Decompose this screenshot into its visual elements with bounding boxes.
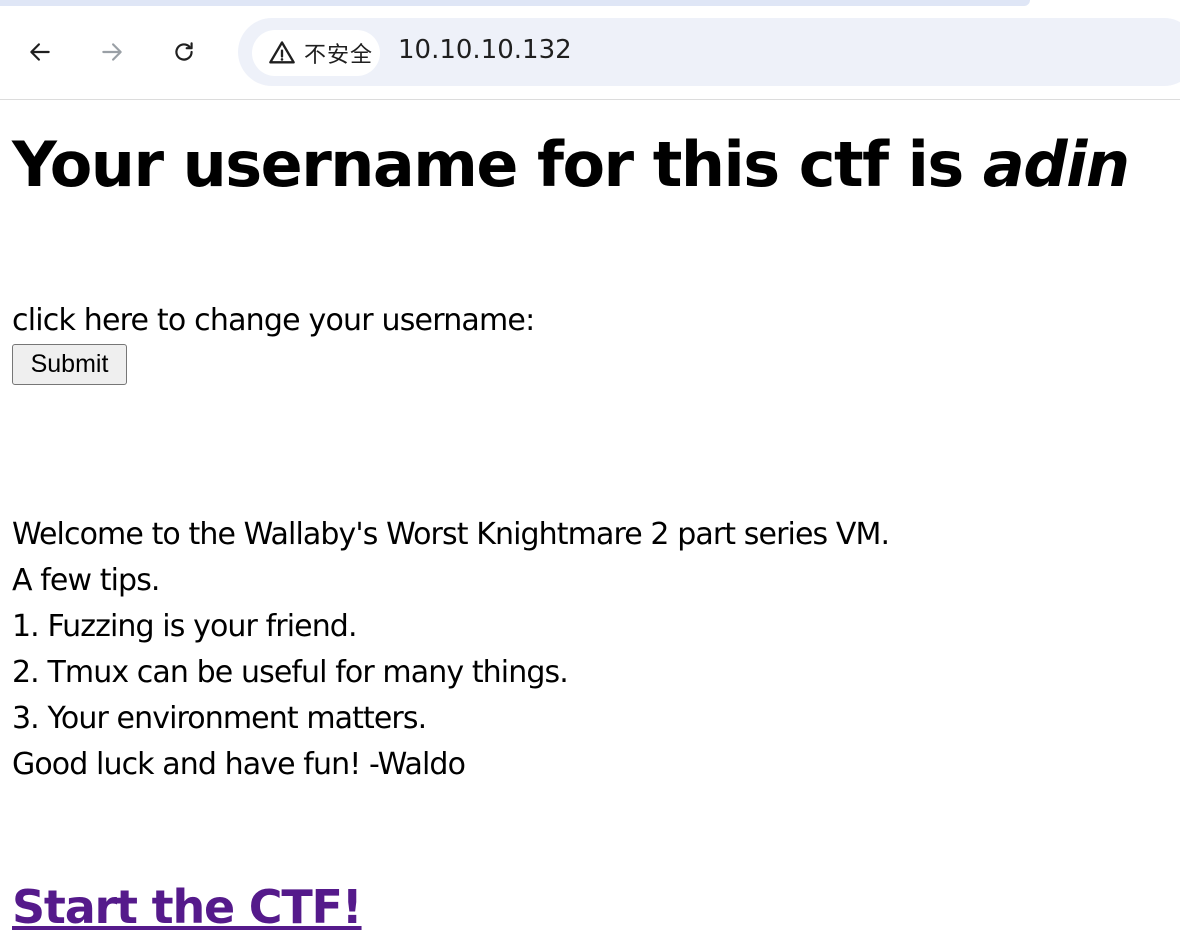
address-bar[interactable]: 不安全 10.10.10.132 — [238, 18, 1180, 86]
tip-item: 1. Fuzzing is your friend. — [12, 609, 357, 644]
change-username-label: click here to change your username: — [12, 303, 535, 338]
tips-block: Welcome to the Wallaby's Worst Knightmar… — [12, 515, 890, 791]
security-label: 不安全 — [304, 43, 374, 68]
welcome-text: Welcome to the Wallaby's Worst Knightmar… — [12, 517, 890, 552]
arrow-left-icon — [30, 43, 50, 61]
forward-button[interactable] — [92, 32, 132, 72]
arrow-right-icon — [102, 43, 122, 61]
reload-button[interactable] — [164, 32, 204, 72]
submit-button[interactable]: Submit — [12, 344, 127, 385]
url-text[interactable]: 10.10.10.132 — [398, 35, 572, 65]
reload-icon — [175, 42, 193, 61]
tip-item: 2. Tmux can be useful for many things. — [12, 655, 569, 690]
security-indicator[interactable]: 不安全 — [252, 30, 380, 76]
tip-item: 3. Your environment matters. — [12, 701, 427, 736]
warning-icon — [269, 41, 295, 64]
start-ctf-link[interactable]: Start the CTF! — [12, 880, 363, 934]
tab-strip — [0, 0, 1030, 6]
browser-toolbar: 不安全 10.10.10.132 — [0, 0, 1180, 100]
title-prefix: Your username for this ctf is — [12, 128, 983, 201]
signoff-text: Good luck and have fun! -Waldo — [12, 747, 466, 782]
page-title: Your username for this ctf is adin — [12, 128, 1130, 201]
tips-heading: A few tips. — [12, 563, 160, 598]
username-value: adin — [982, 128, 1130, 201]
back-button[interactable] — [20, 32, 60, 72]
